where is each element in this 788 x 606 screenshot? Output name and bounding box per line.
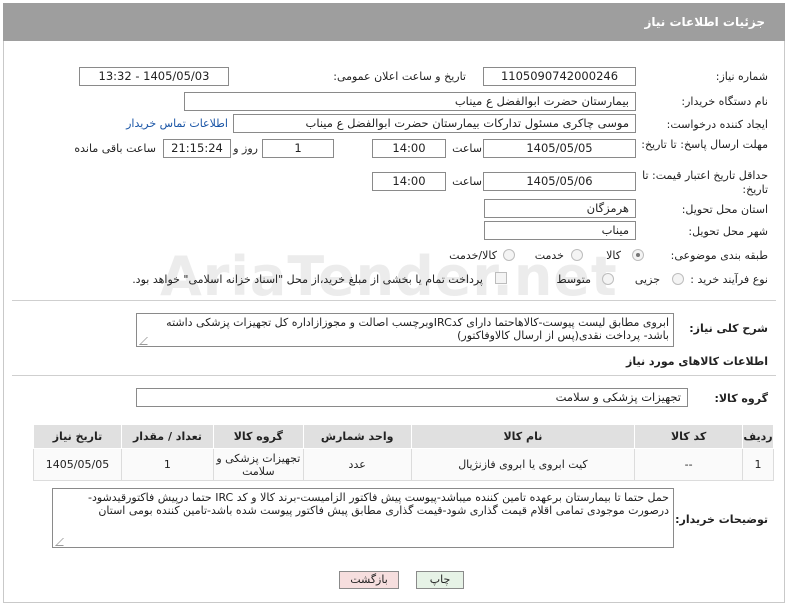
divider (12, 300, 776, 301)
print-button[interactable]: چاپ (416, 571, 464, 589)
process-label: نوع فرآیند خرید : (690, 273, 768, 286)
validity-time-label: ساعت (452, 175, 482, 188)
back-button[interactable]: بازگشت (339, 571, 399, 589)
goods-table: ردیف کد کالا نام کالا واحد شمارش گروه کا… (33, 424, 774, 481)
goods-group-field[interactable]: تجهیزات پزشکی و سلامت (136, 388, 688, 407)
creator-field[interactable]: موسی چاکری مسئول تدارکات بیمارستان حضرت … (233, 114, 636, 133)
resize-grip-icon[interactable] (55, 538, 71, 546)
treasury-payment-note: پرداخت تمام یا بخشی از مبلغ خرید،از محل … (132, 273, 483, 286)
cell-unit: عدد (302, 448, 412, 481)
creator-label: ایجاد کننده درخواست: (666, 118, 768, 131)
cell-quantity: 1 (121, 448, 214, 481)
days-field[interactable]: 1 (262, 139, 334, 158)
buyer-contact-link[interactable]: اطلاعات تماس خریدار (126, 117, 228, 130)
cell-goods-group: تجهیزات پزشکی و سلامت (212, 448, 304, 481)
category-radio-goods[interactable] (632, 249, 644, 261)
reply-date-field[interactable]: 1405/05/05 (483, 139, 636, 158)
buyer-notes-textarea[interactable]: حمل حتما تا بیمارستان برعهده تامین کننده… (52, 488, 674, 548)
category-service-label: خدمت (534, 249, 564, 262)
remaining-label: ساعت باقی مانده (74, 142, 156, 155)
process-radio-partial[interactable] (672, 273, 684, 285)
col-header-goods-code: کد کالا (634, 424, 744, 449)
table-header-row: ردیف کد کالا نام کالا واحد شمارش گروه کا… (33, 424, 774, 449)
category-radio-goods-service[interactable] (503, 249, 515, 261)
category-radio-service[interactable] (571, 249, 583, 261)
announce-date-field[interactable]: 1405/05/03 - 13:32 (79, 67, 229, 86)
treasury-payment-checkbox[interactable] (495, 272, 507, 284)
category-goods-service-label: کالا/خدمت (449, 249, 497, 262)
col-header-need-date: تاریخ نیاز (33, 424, 122, 449)
process-medium-label: متوسط (556, 273, 591, 286)
announce-label: تاریخ و ساعت اعلان عمومی: (333, 70, 466, 83)
province-field[interactable]: هرمزگان (484, 199, 636, 218)
buyer-notes-label: توضیحات خریدار: (675, 513, 768, 526)
cell-row-number: 1 (742, 448, 774, 481)
need-number-label: شماره نیاز: (715, 70, 768, 83)
cell-goods-code: -- (634, 448, 744, 481)
remaining-time-field[interactable]: 21:15:24 (163, 139, 231, 158)
city-label: شهر محل تحویل: (688, 225, 768, 238)
cell-need-date: 1405/05/05 (33, 448, 122, 481)
category-goods-label: کالا (606, 249, 621, 262)
description-textarea[interactable]: ابروی مطابق لیست پیوست-کالاهاحتما دارای … (136, 313, 674, 347)
description-text: ابروی مطابق لیست پیوست-کالاهاحتما دارای … (166, 316, 669, 342)
table-row[interactable]: 1 -- کیت ابروی یا ابروی فازنژیال عدد تجه… (33, 448, 774, 481)
reply-deadline-label: مهلت ارسال پاسخ: تا تاریخ: (641, 138, 768, 151)
buyer-label: نام دستگاه خریدار: (681, 95, 768, 108)
validity-time-field[interactable]: 14:00 (372, 172, 446, 191)
header-bar: جزئیات اطلاعات نیاز (3, 3, 785, 41)
province-label: استان محل تحویل: (681, 203, 768, 216)
goods-section-title: اطلاعات کالاهای مورد نیاز (626, 355, 768, 368)
reply-time-field[interactable]: 14:00 (372, 139, 446, 158)
col-header-goods-group: گروه کالا (212, 424, 304, 449)
buyer-field[interactable]: بیمارستان حضرت ابوالفضل ع میناب (184, 92, 636, 111)
city-field[interactable]: میناب (484, 221, 636, 240)
col-header-row-number: ردیف (742, 424, 774, 449)
price-validity-label: حداقل تاریخ اعتبار قیمت: تا تاریخ: (642, 169, 768, 196)
divider (12, 375, 776, 376)
validity-date-field[interactable]: 1405/05/06 (483, 172, 636, 191)
page-title: جزئیات اطلاعات نیاز (644, 15, 765, 29)
process-radio-medium[interactable] (602, 273, 614, 285)
need-number-field[interactable]: 1105090742000246 (483, 67, 636, 86)
days-label: روز و (233, 142, 258, 155)
col-header-goods-name: نام کالا (410, 424, 636, 449)
col-header-unit: واحد شمارش (302, 424, 412, 449)
cell-goods-name: کیت ابروی یا ابروی فازنژیال (410, 448, 636, 481)
description-label: شرح کلی نیاز: (689, 322, 768, 335)
buyer-notes-text: حمل حتما تا بیمارستان برعهده تامین کننده… (88, 491, 669, 517)
goods-group-label: گروه کالا: (714, 392, 768, 405)
category-label: طبقه بندی موضوعی: (670, 249, 768, 262)
col-header-quantity: تعداد / مقدار (121, 424, 214, 449)
resize-grip-icon[interactable] (139, 337, 155, 345)
reply-time-label: ساعت (452, 142, 482, 155)
process-partial-label: جزیی (634, 273, 660, 286)
